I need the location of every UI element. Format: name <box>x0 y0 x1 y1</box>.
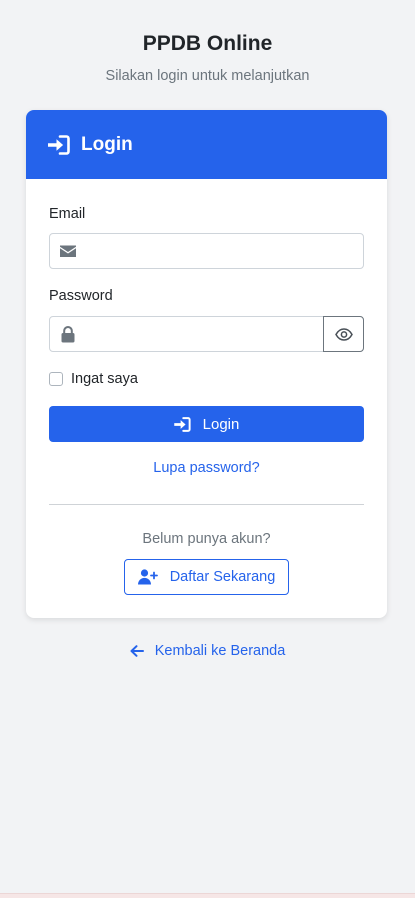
forgot-password-link[interactable]: Lupa password? <box>26 460 387 476</box>
password-input-group <box>49 316 364 352</box>
toggle-password-button[interactable] <box>323 316 364 352</box>
envelope-icon <box>50 234 86 268</box>
remember-checkbox[interactable] <box>49 372 63 386</box>
register-button[interactable]: Daftar Sekarang <box>124 559 289 595</box>
sign-in-icon <box>48 134 70 155</box>
user-plus-icon <box>137 569 158 585</box>
password-field[interactable] <box>86 317 323 351</box>
no-account-text: Belum punya akun? <box>142 531 271 547</box>
login-button[interactable]: Login <box>49 406 364 442</box>
eye-icon <box>334 327 353 341</box>
lock-icon <box>50 317 86 351</box>
page-header: PPDB Online Silakan login untuk melanjut… <box>0 0 415 86</box>
remember-me[interactable]: Ingat saya <box>49 371 138 387</box>
app-subtitle: Silakan login untuk melanjutkan <box>105 68 310 84</box>
login-button-label: Login <box>202 415 240 433</box>
email-label: Email <box>49 206 86 222</box>
remember-label: Ingat saya <box>71 371 138 387</box>
login-card: Login Email Password Ingat saya Login Lu… <box>26 110 387 618</box>
card-title: Login <box>81 133 133 155</box>
password-label: Password <box>49 288 113 304</box>
arrow-left-icon <box>130 645 144 657</box>
app-title: PPDB Online <box>142 32 273 55</box>
register-button-label: Daftar Sekarang <box>169 569 276 585</box>
back-to-home-link[interactable]: Kembali ke Beranda <box>0 643 415 659</box>
email-field[interactable] <box>86 234 363 268</box>
card-header: Login <box>26 110 387 179</box>
divider <box>49 504 364 505</box>
sign-in-icon <box>173 416 191 432</box>
back-link-label: Kembali ke Beranda <box>154 643 286 659</box>
email-input-group <box>49 233 364 269</box>
bottom-strip <box>0 893 415 898</box>
